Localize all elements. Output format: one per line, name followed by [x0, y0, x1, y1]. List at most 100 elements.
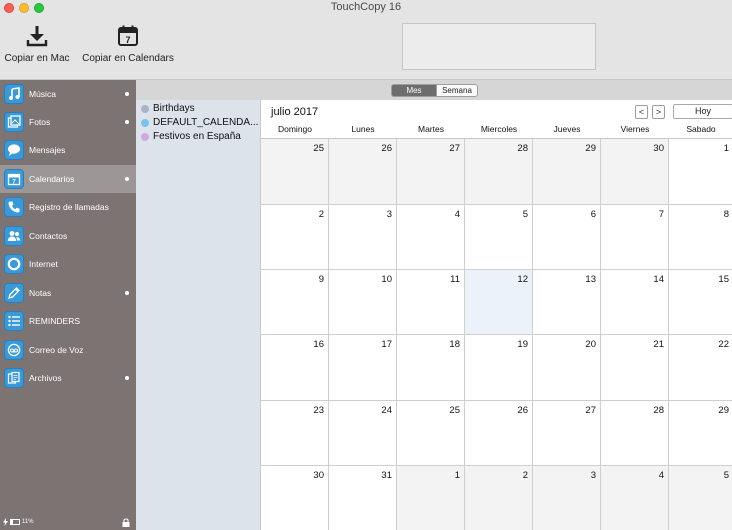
day-cell[interactable]: 22 [669, 335, 732, 401]
day-cell[interactable]: 1 [669, 139, 732, 205]
zoom-window-button[interactable] [34, 3, 44, 13]
sidebar-item-contactos[interactable]: Contactos [0, 222, 136, 250]
close-window-button[interactable] [4, 3, 14, 13]
day-cell[interactable]: 29 [669, 401, 732, 466]
day-cell[interactable]: 12 [465, 270, 533, 335]
day-cell[interactable]: 19 [465, 335, 533, 401]
previous-month-button[interactable]: < [635, 105, 648, 119]
day-cell[interactable]: 26 [329, 139, 397, 205]
day-number: 31 [381, 470, 392, 481]
sidebar-item-fotos[interactable]: Fotos [0, 108, 136, 136]
title-bar: TouchCopy 16 [0, 0, 732, 16]
day-cell[interactable]: 27 [533, 401, 601, 466]
day-cell[interactable]: 1 [397, 466, 465, 530]
copy-to-mac-button[interactable]: Copiar en Mac [2, 24, 72, 64]
calendar-export-icon: 7 [118, 25, 138, 46]
day-cell[interactable]: 28 [465, 139, 533, 205]
day-cell[interactable]: 3 [329, 205, 397, 270]
day-cell[interactable]: 13 [533, 270, 601, 335]
lock-icon [122, 518, 130, 527]
day-cell[interactable]: 15 [669, 270, 732, 335]
sidebar-item-reminders[interactable]: REMINDERS [0, 307, 136, 335]
month-view-button[interactable]: Mes [392, 85, 436, 96]
sidebar: Música Fotos Mensajes 7 Calendarios Regi… [0, 80, 136, 530]
day-number: 1 [454, 470, 460, 481]
day-cell[interactable]: 23 [261, 401, 329, 466]
calendar-entry-festivos[interactable]: Festivos en España [141, 130, 259, 143]
toolbar: Copiar en Mac 7 Copiar en Calendars [0, 16, 732, 80]
day-cell[interactable]: 10 [329, 270, 397, 335]
day-cell[interactable]: 28 [601, 401, 669, 466]
day-cell[interactable]: 9 [261, 270, 329, 335]
day-cell[interactable]: 7 [601, 205, 669, 270]
day-number: 28 [517, 143, 528, 154]
day-cell[interactable]: 30 [601, 139, 669, 205]
day-cell[interactable]: 18 [397, 335, 465, 401]
day-cell[interactable]: 24 [329, 401, 397, 466]
sidebar-item-registro-de-llamadas[interactable]: Registro de llamadas [0, 193, 136, 221]
calendar-icon: 7 [4, 169, 24, 189]
app-window: TouchCopy 16 Copiar en Mac 7 Copiar en C… [0, 0, 732, 530]
day-number: 26 [381, 143, 392, 154]
calendar-entry-default[interactable]: DEFAULT_CALENDA... [141, 116, 259, 129]
day-number: 29 [718, 405, 729, 416]
day-cell[interactable]: 4 [397, 205, 465, 270]
day-cell[interactable]: 14 [601, 270, 669, 335]
sidebar-item-archivos[interactable]: Archivos [0, 364, 136, 392]
day-cell[interactable]: 29 [533, 139, 601, 205]
week-view-button[interactable]: Semana [436, 85, 477, 96]
day-cell[interactable]: 21 [601, 335, 669, 401]
day-number: 7 [658, 209, 664, 220]
battery-icon [10, 519, 20, 525]
day-cell[interactable]: 4 [601, 466, 669, 530]
sidebar-item-correo-de-voz[interactable]: Correo de Voz [0, 336, 136, 364]
day-cell[interactable]: 6 [533, 205, 601, 270]
sidebar-item-musica[interactable]: Música [0, 80, 136, 108]
day-cell[interactable]: 11 [397, 270, 465, 335]
copy-to-calendars-label: Copiar en Calendars [82, 53, 174, 64]
day-cell[interactable]: 2 [261, 205, 329, 270]
day-cell[interactable]: 8 [669, 205, 732, 270]
day-cell[interactable]: 25 [261, 139, 329, 205]
sidebar-item-calendarios[interactable]: 7 Calendarios [0, 165, 136, 193]
photos-icon [4, 112, 24, 132]
day-cell[interactable]: 3 [533, 466, 601, 530]
day-number: 23 [313, 405, 324, 416]
sidebar-item-mensajes[interactable]: Mensajes [0, 136, 136, 164]
day-number: 2 [522, 470, 528, 481]
day-number: 27 [449, 143, 460, 154]
sidebar-item-internet[interactable]: Internet [0, 250, 136, 278]
day-number: 19 [517, 339, 528, 350]
next-month-button[interactable]: > [652, 105, 665, 119]
weekday-label: Jueves [553, 124, 581, 134]
has-content-indicator [125, 376, 129, 380]
sidebar-item-label: Correo de Voz [29, 345, 84, 355]
day-cell[interactable]: 17 [329, 335, 397, 401]
day-cell[interactable]: 5 [465, 205, 533, 270]
day-cell[interactable]: 5 [669, 466, 732, 530]
day-cell[interactable]: 30 [261, 466, 329, 530]
day-number: 29 [585, 143, 596, 154]
sidebar-item-notas[interactable]: Notas [0, 279, 136, 307]
calendar-color-dot [141, 132, 149, 141]
files-icon [4, 368, 24, 388]
day-number: 13 [585, 274, 596, 285]
day-cell[interactable]: 25 [397, 401, 465, 466]
day-cell[interactable]: 2 [465, 466, 533, 530]
day-cell[interactable]: 26 [465, 401, 533, 466]
day-cell[interactable]: 20 [533, 335, 601, 401]
minimize-window-button[interactable] [19, 3, 29, 13]
day-cell[interactable]: 27 [397, 139, 465, 205]
day-number: 8 [723, 209, 729, 220]
calendar-color-dot [141, 118, 149, 127]
message-bubble-icon [4, 140, 24, 160]
day-cell[interactable]: 16 [261, 335, 329, 401]
day-number: 20 [585, 339, 596, 350]
copy-to-mac-label: Copiar en Mac [4, 53, 70, 64]
day-number: 30 [653, 143, 664, 154]
calendar-entry-birthdays[interactable]: Birthdays [141, 102, 259, 115]
copy-to-calendars-button[interactable]: 7 Copiar en Calendars [80, 24, 176, 64]
today-button[interactable]: Hoy [673, 104, 732, 119]
day-cell[interactable]: 31 [329, 466, 397, 530]
device-preview-panel [402, 23, 596, 70]
